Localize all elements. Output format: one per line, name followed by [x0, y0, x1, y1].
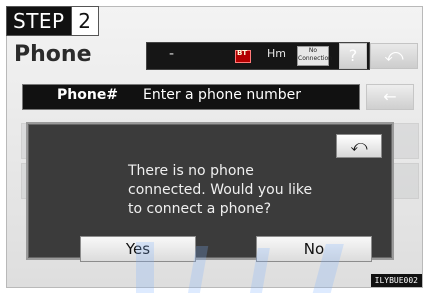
bluetooth-icon — [235, 49, 251, 63]
step-number: 2 — [70, 7, 98, 35]
status-hm: Hm — [267, 47, 286, 60]
step-indicator: STEP 2 — [6, 6, 99, 36]
page-title: Phone — [14, 42, 92, 67]
dialog-message-line: to connect a phone? — [128, 201, 272, 217]
header: Phone - Hm No Connection ? ⤺ — [6, 40, 420, 72]
no-connection-line2: Connection — [298, 55, 332, 62]
back-button[interactable]: ⤺ — [370, 43, 418, 69]
backspace-icon: ← — [383, 87, 397, 106]
step-label: STEP — [7, 7, 71, 35]
back-arrow-icon: ⤺ — [350, 136, 368, 155]
phone-number-label: Phone# — [57, 87, 119, 103]
dialog-message-line: There is no phone — [128, 163, 254, 179]
page: STEP 2 Phone - Hm No Connection ? ⤺ Phon… — [0, 0, 428, 293]
no-connection-badge: No Connection — [297, 46, 332, 66]
image-code: ILYBUE002 — [370, 274, 422, 287]
dialog-message-line: connected. Would you like — [128, 182, 313, 198]
no-connection-line1: No — [308, 47, 318, 54]
help-button[interactable]: ? — [339, 43, 367, 69]
phone-number-field[interactable]: Phone# Enter a phone number — [22, 84, 360, 110]
phone-number-placeholder: Enter a phone number — [143, 87, 301, 103]
status-bar: - Hm No Connection — [146, 42, 370, 70]
status-dash: - — [169, 46, 175, 62]
dialog-message: There is no phone connected. Would you l… — [128, 162, 328, 219]
watermark-graphic — [136, 242, 344, 293]
delete-button[interactable]: ← — [366, 84, 414, 110]
dialog-back-button[interactable]: ⤺ — [336, 134, 382, 158]
back-arrow-icon: ⤺ — [384, 45, 404, 66]
